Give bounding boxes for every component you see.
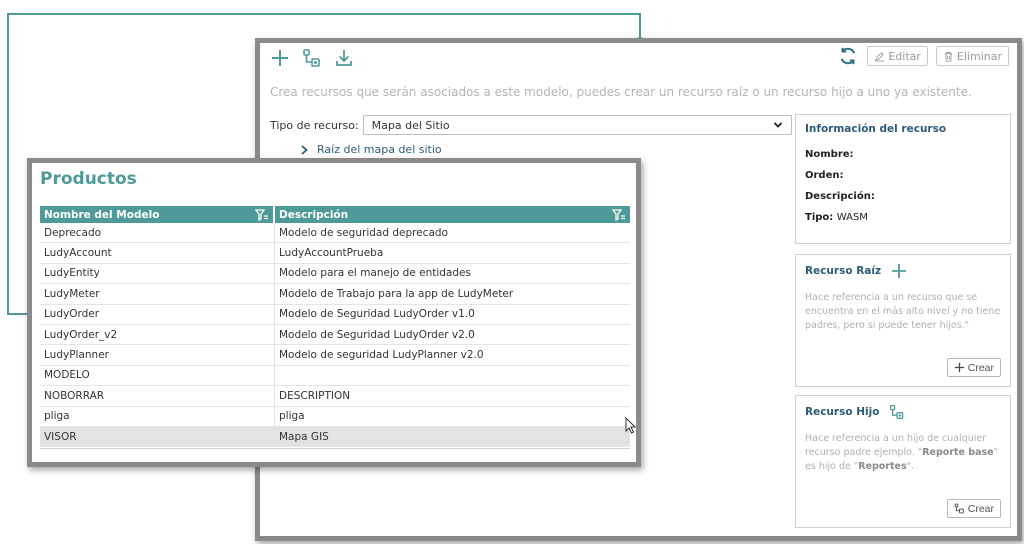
refresh-icon[interactable] — [837, 45, 859, 67]
column-header-description[interactable]: Descripción — [275, 206, 630, 223]
trash-icon — [944, 51, 953, 62]
child-resource-desc: Hace referencia a un hijo de cualquier r… — [805, 433, 998, 472]
info-type: Tipo: WASM — [805, 212, 868, 223]
cell-description: Modelo de seguridad LudyPlanner v2.0 — [279, 349, 484, 362]
table-row[interactable]: LudyPlanner Modelo de seguridad LudyPlann… — [40, 345, 630, 366]
table-row[interactable]: LudyOrder Modelo de Seguridad LudyOrder v… — [40, 304, 630, 325]
child-resource-title: Recurso Hijo — [805, 404, 1001, 420]
page-title: Productos — [40, 169, 137, 189]
helper-text: Crea recursos que serán asociados a este… — [270, 85, 972, 99]
cell-model-name: LudyOrder — [40, 304, 275, 324]
table-body: Deprecado Modelo de seguridad deprecado Lu… — [40, 223, 630, 448]
cell-description: DESCRIPTION — [279, 389, 351, 402]
cell-description: Modelo de Seguridad LudyOrder v2.0 — [279, 328, 475, 341]
resource-info-card: Información del recurso Nombre: Orden: D… — [795, 114, 1011, 244]
table-row[interactable]: LudyAccount LudyAccountPrueba — [40, 243, 630, 264]
plus-icon[interactable] — [891, 263, 907, 279]
table-row[interactable]: LudyOrder_v2 Modelo de Seguridad LudyOrde… — [40, 324, 630, 346]
cell-model-name: LudyPlanner — [40, 345, 275, 365]
edit-label: Editar — [888, 49, 921, 63]
table-row[interactable]: Deprecado Modelo de seguridad deprecado — [40, 223, 630, 244]
cell-model-name: pliga — [40, 406, 275, 426]
pencil-icon — [875, 51, 885, 62]
hierarchy-icon — [954, 503, 964, 514]
table-row[interactable]: MODELO — [40, 365, 630, 387]
chevron-right-icon — [301, 144, 308, 155]
plus-icon[interactable] — [270, 48, 290, 68]
column-header-model[interactable]: Nombre del Modelo — [40, 206, 275, 223]
info-name: Nombre: — [805, 149, 854, 160]
create-root-button[interactable]: Crear — [946, 358, 1001, 377]
resource-type-row: Tipo de recurso: Mapa del Sitio — [270, 115, 792, 135]
cell-description — [275, 366, 630, 385]
table-footer-line — [40, 448, 630, 449]
info-description: Descripción: — [805, 191, 875, 202]
table-header: Nombre del Modelo Descripción — [40, 206, 630, 223]
table-row[interactable]: pliga pliga — [40, 406, 630, 427]
edit-button[interactable]: Editar — [867, 46, 928, 66]
child-resource-card: Recurso Hijo Hace referencia a un hijo d… — [795, 395, 1011, 528]
filter-icon[interactable] — [255, 208, 269, 221]
resource-type-label: Tipo de recurso: — [270, 118, 359, 132]
plus-icon — [954, 362, 964, 373]
resource-type-select[interactable]: Mapa del Sitio — [362, 115, 792, 135]
cell-description: Modelo de Seguridad LudyOrder v1.0 — [279, 308, 475, 321]
cell-description: LudyAccountPrueba — [279, 247, 384, 260]
cell-description: Mapa GIS — [279, 430, 329, 443]
download-icon[interactable] — [334, 48, 354, 68]
create-child-button[interactable]: Crear — [946, 499, 1001, 518]
toolbar-right: Editar Eliminar — [837, 45, 1009, 67]
cell-model-name: VISOR — [40, 426, 275, 447]
cell-description: Modelo para el manejo de entidades — [279, 267, 471, 280]
info-order: Orden: — [805, 170, 844, 181]
cell-model-name: LudyEntity — [40, 263, 275, 284]
table-row[interactable]: NOBORRAR DESCRIPTION — [40, 386, 630, 407]
cell-description: Modelo de Trabajo para la app de LudyMet… — [279, 287, 514, 300]
delete-label: Eliminar — [956, 49, 1002, 63]
mouse-cursor-icon — [625, 417, 637, 434]
delete-button[interactable]: Eliminar — [935, 46, 1009, 66]
tree-root-label: Raíz del mapa del sitio — [317, 143, 442, 156]
hierarchy-icon[interactable] — [302, 48, 322, 68]
cell-model-name: LudyAccount — [40, 243, 275, 263]
table-row[interactable]: VISOR Mapa GIS — [40, 426, 630, 448]
root-resource-card: Recurso Raíz Hace referencia a un recurs… — [795, 254, 1011, 387]
root-resource-desc: Hace referencia a un recurso que se encu… — [805, 292, 1001, 331]
table-row[interactable]: LudyEntity Modelo para el manejo de entid… — [40, 263, 630, 285]
products-panel: Productos Nombre del Modelo Descripción … — [27, 158, 641, 467]
cell-model-name: NOBORRAR — [40, 386, 275, 406]
cell-model-name: Deprecado — [40, 223, 275, 243]
hierarchy-icon[interactable] — [889, 404, 905, 420]
models-table: Nombre del Modelo Descripción Deprecado M… — [40, 206, 630, 448]
chevron-down-icon — [773, 122, 782, 128]
resource-type-value: Mapa del Sitio — [371, 118, 450, 132]
cell-model-name: LudyMeter — [40, 284, 275, 304]
tree-root-item[interactable]: Raíz del mapa del sitio — [300, 143, 442, 156]
cell-description: pliga — [279, 410, 305, 423]
cell-description: Modelo de seguridad deprecado — [279, 226, 448, 239]
root-resource-title: Recurso Raíz — [805, 263, 1001, 279]
cell-model-name: MODELO — [40, 365, 275, 386]
cell-model-name: LudyOrder_v2 — [40, 324, 275, 345]
filter-icon[interactable] — [612, 208, 626, 221]
table-row[interactable]: LudyMeter Modelo de Trabajo para la app d… — [40, 284, 630, 305]
resource-info-title: Información del recurso — [805, 123, 947, 135]
toolbar — [270, 45, 354, 71]
